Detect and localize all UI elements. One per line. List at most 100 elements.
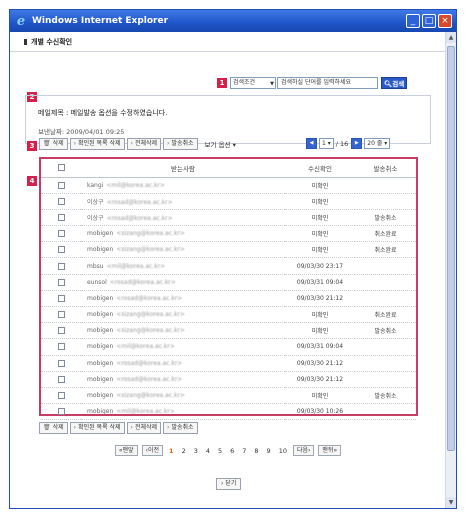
pager-bottom: «맨앞 ‹이전 1 2 3 4 5 6 7 8 9 10 다음› 맨뒤»: [10, 445, 446, 456]
page-number-link[interactable]: 2: [182, 447, 186, 455]
table-row[interactable]: mobigen <mil@korea.ac.kr> 09/03/30 10:26: [41, 403, 416, 421]
table-row[interactable]: mobigen <sizang@korea.ac.kr> 미확인 취소완료: [41, 241, 416, 259]
row-checkbox[interactable]: [57, 375, 65, 383]
last-page-button[interactable]: 맨뒤»: [318, 445, 342, 456]
row-checkbox[interactable]: [57, 343, 65, 351]
row-checkbox[interactable]: [57, 213, 65, 221]
page-number-link[interactable]: 6: [230, 447, 234, 455]
page-number-link[interactable]: 9: [267, 447, 271, 455]
pager-top: ◀ 1 ▾ / 16 ▶ 20 줄 ▾: [306, 138, 392, 149]
cancel-cell: [355, 290, 416, 308]
page-content: 개별 수신확인 1 검색조건 ▼ 검색하실 단어를 입력하세요 🔍︎검색 2 메일…: [10, 32, 446, 508]
delete-button-bottom[interactable]: 🗑︎ 삭제: [39, 422, 68, 434]
page-number-link[interactable]: 3: [194, 447, 198, 455]
delete-confirmed-button-bottom[interactable]: › 확인된 목록 삭제: [69, 422, 125, 434]
confirm-cell: 미확인: [285, 306, 355, 324]
cancel-cell: 발송취소: [355, 322, 416, 340]
row-checkbox[interactable]: [57, 278, 65, 286]
row-checkbox[interactable]: [57, 359, 65, 367]
prev-page-button[interactable]: ‹이전: [141, 445, 164, 456]
table-row[interactable]: mbsu <mil@korea.ac.kr> 09/03/30 23:17: [41, 257, 416, 275]
vertical-scrollbar[interactable]: ▲ ▼: [445, 32, 456, 508]
row-checkbox[interactable]: [57, 230, 65, 238]
page-select[interactable]: 1 ▾: [319, 138, 334, 149]
table-row[interactable]: mobigen <rosad@korea.ac.kr> 09/03/30 21:12: [41, 371, 416, 388]
page-number-link[interactable]: 7: [242, 447, 246, 455]
table-row[interactable]: mobigen <sizang@korea.ac.kr> 미확인 취소완료: [41, 306, 416, 324]
recipient-email: <rosad@korea.ac.kr>: [109, 278, 176, 286]
next-page-button[interactable]: 다음›: [292, 445, 315, 456]
row-checkbox[interactable]: [57, 392, 65, 400]
next-page-icon[interactable]: ▶: [351, 138, 363, 149]
recipient-cell: 이상구 <rosad@korea.ac.kr>: [81, 193, 285, 210]
next-page-label: 다음: [296, 447, 309, 454]
view-options-dropdown[interactable]: 보기 옵션 ▾: [205, 139, 236, 149]
double-right-icon: »: [333, 447, 338, 454]
table-row[interactable]: mobigen <rosad@korea.ac.kr> 09/03/30 21:12: [41, 290, 416, 308]
recipient-cell: kangi <mil@korea.ac.kr>: [81, 177, 285, 194]
table-row[interactable]: 이상구 <rosad@korea.ac.kr> 미확인 발송취소: [41, 209, 416, 227]
search-condition-select[interactable]: 검색조건 ▼: [230, 77, 276, 89]
page-number-link[interactable]: 1: [169, 447, 174, 455]
trash-icon: 🗑︎: [43, 140, 51, 147]
page-number-link[interactable]: 4: [206, 447, 210, 455]
table-row[interactable]: mobigen <sizang@korea.ac.kr> 미확인 취소완료: [41, 225, 416, 243]
table-row[interactable]: 이상구 <rosad@korea.ac.kr> 미확인: [41, 193, 416, 210]
recipient-name: mobigen: [87, 375, 114, 383]
recipient-email: <sizang@korea.ac.kr>: [116, 230, 185, 238]
arrow-icon: ›: [167, 424, 170, 431]
minimize-button[interactable]: _: [406, 14, 420, 28]
search-button[interactable]: 🔍︎검색: [381, 77, 408, 89]
confirm-cell: 09/03/30 10:26: [285, 403, 355, 421]
recipient-name: kangi: [87, 181, 104, 189]
confirm-cell: 미확인: [285, 387, 355, 405]
cancel-cell: [355, 193, 416, 210]
cancel-send-button-bottom[interactable]: › 발송취소: [163, 422, 198, 434]
search-condition-label: 검색조건: [233, 79, 256, 86]
first-page-button[interactable]: «맨앞: [114, 445, 138, 456]
delete-all-button-bottom[interactable]: › 전체삭제: [126, 422, 162, 434]
row-checkbox-cell: [41, 290, 81, 308]
last-page-label: 맨뒤: [322, 447, 334, 454]
close-button[interactable]: › 닫기: [216, 478, 242, 490]
table-row[interactable]: kangi <mil@korea.ac.kr> 미확인: [41, 177, 416, 194]
row-checkbox[interactable]: [57, 327, 65, 335]
scroll-down-icon[interactable]: ▼: [446, 497, 456, 508]
recipient-email: <sizang@korea.ac.kr>: [116, 246, 185, 254]
page-number-link[interactable]: 8: [254, 447, 258, 455]
table-row[interactable]: eunsol <rosad@korea.ac.kr> 09/03/31 09:04: [41, 274, 416, 291]
table-row[interactable]: mobigen <sizang@korea.ac.kr> 미확인 발송취소: [41, 322, 416, 340]
row-checkbox[interactable]: [57, 294, 65, 302]
cancel-send-button[interactable]: › 발송취소: [163, 138, 198, 150]
row-checkbox[interactable]: [57, 246, 65, 254]
dropdown-arrow-icon: ▼: [270, 81, 274, 87]
delete-button[interactable]: 🗑︎ 삭제: [39, 138, 68, 150]
recipient-name: mobigen: [87, 230, 114, 238]
search-input[interactable]: 검색하실 단어를 입력하세요: [277, 77, 378, 89]
ie-logo-icon: e: [16, 13, 26, 29]
delete-all-label: 전체삭제: [134, 140, 158, 147]
table-row[interactable]: mobigen <mil@korea.ac.kr> 09/03/31 09:04: [41, 338, 416, 356]
close-window-button[interactable]: ×: [438, 14, 452, 28]
select-all-checkbox[interactable]: [57, 164, 65, 172]
row-checkbox[interactable]: [57, 197, 65, 205]
recipient-email: <sizang@korea.ac.kr>: [116, 392, 185, 400]
recipient-name: 이상구: [87, 214, 104, 222]
delete-all-button[interactable]: › 전체삭제: [126, 138, 162, 150]
delete-confirmed-button[interactable]: › 확인된 목록 삭제: [69, 138, 125, 150]
rows-per-page-select[interactable]: 20 줄 ▾: [364, 138, 391, 149]
maximize-button[interactable]: □: [422, 14, 436, 28]
table-row[interactable]: mobigen <sizang@korea.ac.kr> 미확인 발송취소: [41, 387, 416, 405]
toolbar-bottom: 🗑︎ 삭제 › 확인된 목록 삭제 › 전체삭제 › 발송취소: [39, 422, 200, 434]
prev-page-icon[interactable]: ◀: [306, 138, 317, 149]
row-checkbox-cell: [41, 193, 81, 210]
row-checkbox[interactable]: [57, 408, 65, 416]
scroll-thumb[interactable]: [447, 46, 455, 451]
row-checkbox[interactable]: [57, 262, 65, 270]
row-checkbox[interactable]: [57, 181, 65, 189]
page-number-link[interactable]: 5: [218, 447, 222, 455]
page-number-link[interactable]: 10: [279, 447, 287, 455]
table-row[interactable]: mobigen <rosad@korea.ac.kr> 09/03/30 21:12: [41, 355, 416, 372]
scroll-up-icon[interactable]: ▲: [446, 32, 456, 43]
row-checkbox[interactable]: [57, 311, 65, 319]
